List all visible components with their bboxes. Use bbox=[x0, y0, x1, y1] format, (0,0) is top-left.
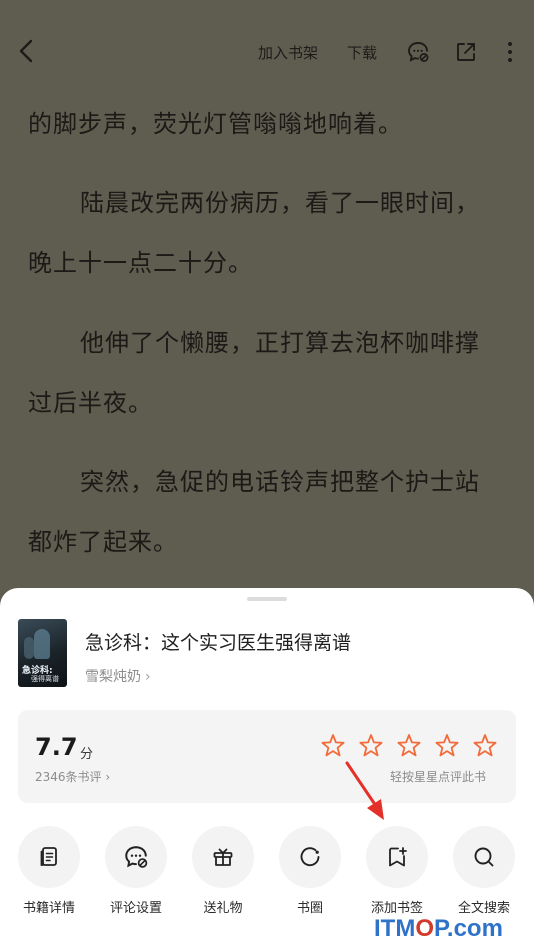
reader-paragraph-line: 陆晨改完两份病历，看了一眼时间， bbox=[80, 189, 480, 217]
reader-paragraph-line: 过后半夜。 bbox=[28, 389, 153, 417]
action-label: 书籍详情 bbox=[22, 901, 75, 916]
book-menu-sheet: 急诊科: 强得离谱 急诊科：这个实习医生强得离谱 雪梨炖奶 › 7.7 分 234… bbox=[0, 588, 534, 950]
full-text-search-button[interactable]: 全文搜索 bbox=[443, 826, 523, 926]
star-icon[interactable] bbox=[433, 732, 461, 760]
action-label: 送礼物 bbox=[203, 901, 243, 916]
comment-settings-icon bbox=[125, 846, 148, 868]
back-icon[interactable] bbox=[14, 36, 38, 66]
action-label: 书圈 bbox=[296, 901, 323, 916]
add-bookmark-button[interactable]: 添加书签 bbox=[356, 826, 436, 926]
book-cover[interactable]: 急诊科: 强得离谱 bbox=[18, 619, 67, 687]
review-count-link[interactable]: 2346条书评 › bbox=[35, 768, 110, 785]
star-rating bbox=[319, 732, 499, 762]
sheet-grabber[interactable] bbox=[247, 597, 287, 601]
share-icon[interactable] bbox=[452, 38, 480, 66]
rate-hint: 轻按星星点评此书 bbox=[390, 770, 487, 784]
book-circle-button[interactable]: 书圈 bbox=[269, 826, 349, 926]
rating-unit: 分 bbox=[80, 747, 94, 762]
reader-paragraph-line: 的脚步声，荧光灯管嗡嗡地响着。 bbox=[28, 110, 403, 138]
reader-paragraph-line: 他伸了个懒腰，正打算去泡杯咖啡撑 bbox=[80, 329, 480, 357]
bookmark-add-icon bbox=[389, 847, 407, 867]
rating-card: 7.7 分 2346条书评 › 轻按星星点评此书 bbox=[18, 710, 516, 803]
star-icon[interactable] bbox=[471, 732, 499, 760]
cover-subtitle: 强得离谱 bbox=[31, 675, 59, 683]
star-icon[interactable] bbox=[395, 732, 423, 760]
action-label: 添加书签 bbox=[370, 901, 423, 916]
book-title[interactable]: 急诊科：这个实习医生强得离谱 bbox=[85, 628, 351, 655]
book-details-button[interactable]: 书籍详情 bbox=[8, 826, 88, 926]
reader-topbar: 加入书架 下载 bbox=[0, 30, 534, 74]
search-icon bbox=[474, 847, 494, 867]
reader-paragraph-line: 突然，急促的电话铃声把整个护士站 bbox=[80, 468, 480, 496]
reader-paragraph-line: 都炸了起来。 bbox=[28, 528, 178, 556]
gift-icon bbox=[213, 848, 233, 866]
star-icon[interactable] bbox=[319, 732, 347, 760]
circle-icon bbox=[300, 847, 320, 867]
book-details-icon bbox=[40, 847, 57, 866]
watermark-logo: ITMOP.com bbox=[374, 915, 503, 942]
book-author: 雪梨炖奶 bbox=[85, 669, 141, 685]
add-to-shelf-button[interactable]: 加入书架 bbox=[258, 42, 318, 63]
action-label: 全文搜索 bbox=[457, 901, 510, 916]
book-author-link[interactable]: 雪梨炖奶 › bbox=[85, 666, 151, 686]
chevron-right-icon: › bbox=[145, 669, 151, 685]
reader-paragraph-line: 晚上十一点二十分。 bbox=[28, 249, 253, 277]
download-button[interactable]: 下载 bbox=[347, 42, 377, 63]
comment-settings-icon[interactable] bbox=[404, 38, 432, 66]
rating-score: 7.7 bbox=[35, 733, 78, 761]
more-icon[interactable] bbox=[496, 38, 524, 66]
send-gift-button[interactable]: 送礼物 bbox=[182, 826, 262, 926]
star-icon[interactable] bbox=[357, 732, 385, 760]
comment-settings-button[interactable]: 评论设置 bbox=[95, 826, 175, 926]
action-label: 评论设置 bbox=[109, 901, 162, 916]
